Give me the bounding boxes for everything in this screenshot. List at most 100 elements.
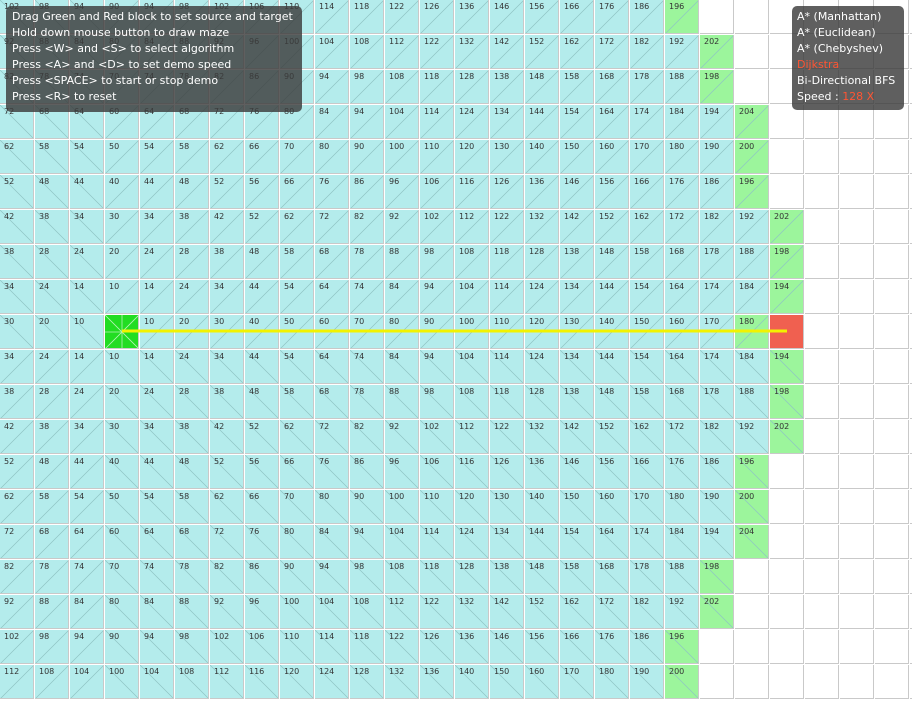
grid-cell[interactable]: 126 (490, 455, 524, 489)
grid-cell[interactable]: 80 (315, 140, 349, 174)
grid-cell[interactable]: 186 (630, 630, 664, 664)
grid-cell[interactable]: 94 (420, 280, 454, 314)
grid-cell[interactable] (840, 595, 874, 629)
grid-cell[interactable]: 164 (595, 525, 629, 559)
grid-cell[interactable]: 58 (175, 490, 209, 524)
grid-cell[interactable]: 76 (245, 525, 279, 559)
grid-cell[interactable]: 78 (350, 385, 384, 419)
grid-cell[interactable]: 100 (280, 595, 314, 629)
grid-cell[interactable]: 96 (245, 595, 279, 629)
grid-cell[interactable]: 34 (70, 210, 104, 244)
grid-cell[interactable]: 34 (0, 280, 34, 314)
grid-cell[interactable] (875, 245, 909, 279)
grid-cell[interactable]: 144 (525, 525, 559, 559)
grid-cell[interactable]: 140 (525, 490, 559, 524)
grid-cell[interactable]: 74 (140, 560, 174, 594)
grid-cell[interactable]: 82 (210, 560, 244, 594)
algorithm-option-bidirectional-bfs[interactable]: Bi-Directional BFS (797, 73, 899, 89)
grid-cell[interactable]: 144 (595, 280, 629, 314)
grid-cell[interactable]: 102 (420, 420, 454, 454)
grid-cell[interactable]: 204 (735, 525, 769, 559)
grid-cell[interactable]: 156 (525, 0, 559, 34)
grid-cell[interactable]: 38 (175, 210, 209, 244)
grid-cell[interactable] (875, 595, 909, 629)
grid-cell[interactable] (770, 140, 804, 174)
grid-cell[interactable]: 148 (525, 560, 559, 594)
grid-cell[interactable]: 124 (455, 525, 489, 559)
grid-cell[interactable]: 98 (420, 385, 454, 419)
grid-cell[interactable]: 102 (420, 210, 454, 244)
grid-cell[interactable]: 118 (350, 0, 384, 34)
grid-cell[interactable]: 134 (560, 280, 594, 314)
grid-cell[interactable] (805, 630, 839, 664)
grid-cell[interactable]: 174 (630, 525, 664, 559)
grid-cell[interactable]: 136 (525, 455, 559, 489)
grid-cell[interactable]: 178 (700, 385, 734, 419)
grid-cell[interactable]: 66 (245, 140, 279, 174)
grid-cell[interactable]: 188 (735, 385, 769, 419)
grid-cell[interactable]: 20 (105, 385, 139, 419)
grid-cell[interactable]: 162 (630, 420, 664, 454)
grid-cell[interactable]: 186 (630, 0, 664, 34)
grid-cell[interactable]: 170 (560, 665, 594, 699)
grid-cell[interactable] (875, 140, 909, 174)
grid-cell[interactable]: 172 (595, 35, 629, 69)
grid-cell[interactable]: 128 (525, 385, 559, 419)
grid-cell[interactable]: 24 (35, 280, 69, 314)
grid-cell[interactable]: 88 (35, 595, 69, 629)
grid-cell[interactable]: 48 (35, 455, 69, 489)
grid-cell[interactable]: 56 (245, 175, 279, 209)
grid-cell[interactable]: 66 (280, 175, 314, 209)
grid-cell[interactable]: 184 (735, 280, 769, 314)
grid-cell[interactable]: 120 (280, 665, 314, 699)
grid-cell[interactable]: 172 (665, 420, 699, 454)
grid-cell[interactable]: 156 (595, 455, 629, 489)
grid-cell[interactable]: 104 (140, 665, 174, 699)
grid-cell[interactable]: 168 (595, 560, 629, 594)
grid-cell[interactable] (805, 210, 839, 244)
grid-cell[interactable]: 84 (385, 280, 419, 314)
grid-cell[interactable]: 38 (0, 245, 34, 279)
grid-cell[interactable]: 190 (700, 490, 734, 524)
grid-cell[interactable]: 30 (0, 315, 34, 349)
grid-cell[interactable]: 98 (35, 630, 69, 664)
grid-cell[interactable]: 34 (140, 420, 174, 454)
grid-cell[interactable]: 90 (350, 490, 384, 524)
grid-cell[interactable]: 52 (0, 175, 34, 209)
grid-cell[interactable]: 138 (490, 560, 524, 594)
grid-cell[interactable]: 108 (455, 385, 489, 419)
grid-cell[interactable]: 188 (665, 70, 699, 104)
grid-cell[interactable]: 90 (420, 315, 454, 349)
grid-cell[interactable]: 128 (350, 665, 384, 699)
grid-cell[interactable]: 70 (105, 560, 139, 594)
grid-cell[interactable]: 34 (70, 420, 104, 454)
grid-cell[interactable]: 196 (665, 0, 699, 34)
grid-cell[interactable]: 118 (350, 630, 384, 664)
grid-cell[interactable]: 84 (315, 105, 349, 139)
grid-cell[interactable]: 102 (0, 630, 34, 664)
grid-cell[interactable]: 180 (665, 140, 699, 174)
grid-cell[interactable]: 194 (770, 280, 804, 314)
grid-cell[interactable]: 118 (490, 245, 524, 279)
grid-cell[interactable]: 198 (700, 560, 734, 594)
grid-cell[interactable]: 104 (455, 280, 489, 314)
grid-cell[interactable]: 80 (315, 490, 349, 524)
grid-cell[interactable]: 112 (455, 210, 489, 244)
grid-cell[interactable] (770, 560, 804, 594)
grid-cell[interactable]: 92 (210, 595, 244, 629)
grid-cell[interactable]: 152 (525, 595, 559, 629)
grid-cell[interactable]: 140 (455, 665, 489, 699)
grid-cell[interactable] (735, 560, 769, 594)
grid-cell[interactable]: 120 (525, 315, 559, 349)
grid-cell[interactable]: 128 (455, 560, 489, 594)
grid-cell[interactable]: 188 (665, 560, 699, 594)
grid-cell[interactable]: 130 (560, 315, 594, 349)
grid-cell[interactable] (840, 140, 874, 174)
grid-cell[interactable]: 112 (0, 665, 34, 699)
grid-cell[interactable]: 68 (315, 245, 349, 279)
grid-cell[interactable]: 108 (385, 70, 419, 104)
grid-cell[interactable]: 62 (280, 210, 314, 244)
grid-cell[interactable] (805, 420, 839, 454)
grid-cell[interactable] (840, 280, 874, 314)
grid-cell[interactable] (770, 455, 804, 489)
